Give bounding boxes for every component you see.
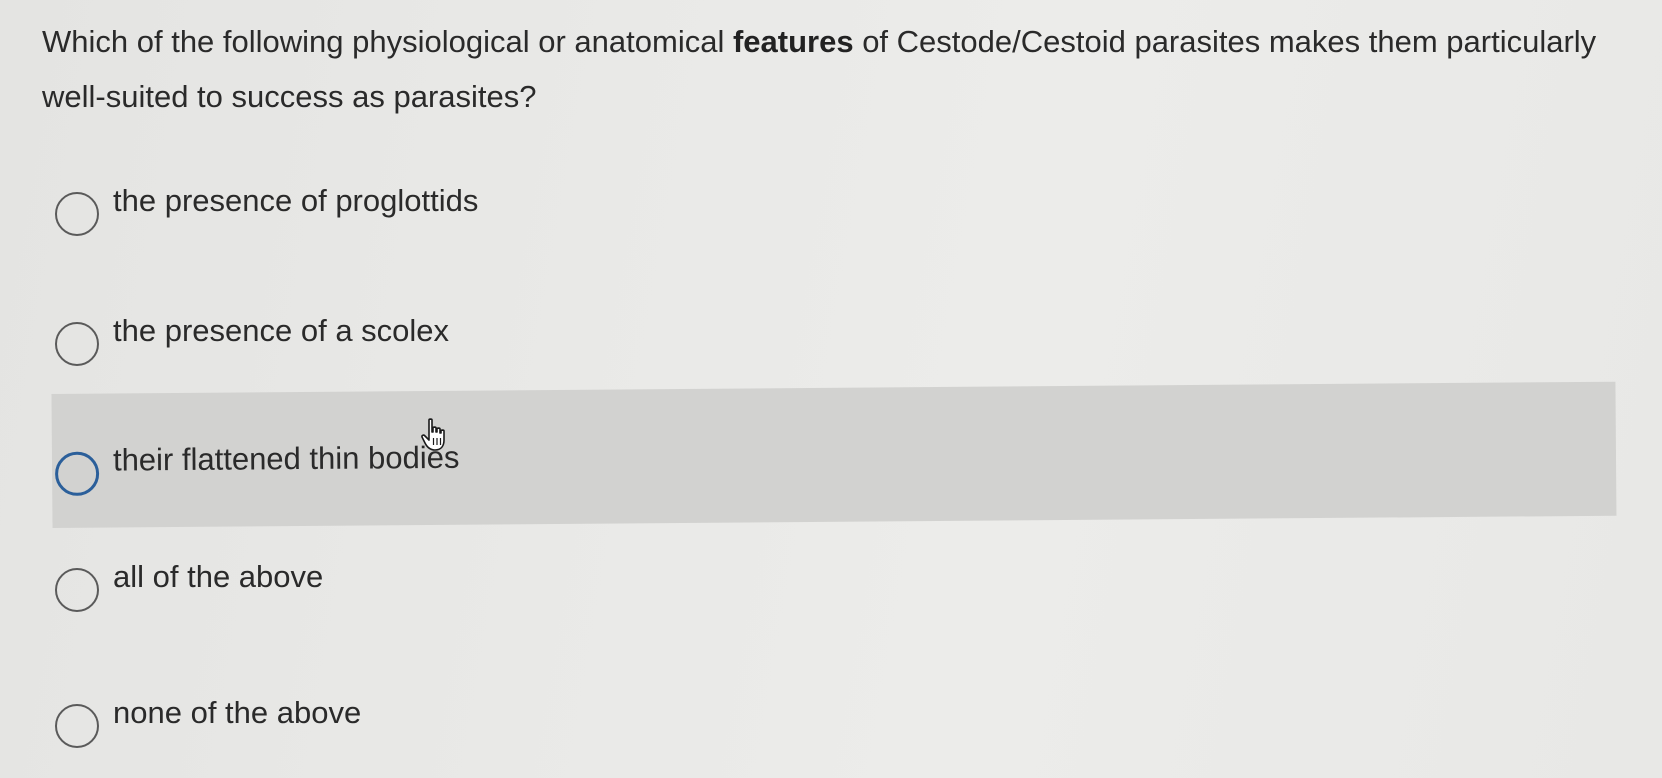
- answer-option-label: their flattened thin bodies: [112, 439, 460, 478]
- radio-button[interactable]: [55, 704, 99, 748]
- question-text: Which of the following physiological or …: [42, 14, 1602, 124]
- radio-button[interactable]: [55, 192, 99, 236]
- answer-option-flattened-bodies[interactable]: their flattened thin bodies: [51, 381, 1617, 528]
- answer-option-label: all of the above: [113, 559, 324, 594]
- answer-option-label: none of the above: [113, 695, 362, 730]
- answer-option-all-above[interactable]: all of the above: [52, 522, 1612, 632]
- answer-option-proglottids[interactable]: the presence of proglottids: [52, 146, 1612, 256]
- question-text-start: Which of the following physiological or …: [42, 24, 733, 59]
- radio-button[interactable]: [54, 451, 100, 496]
- answer-option-label: the presence of a scolex: [113, 313, 450, 348]
- answer-option-none-above[interactable]: none of the above: [52, 658, 1612, 768]
- hand-pointer-icon: [421, 418, 445, 451]
- question-text-bold: features: [732, 24, 854, 59]
- radio-button[interactable]: [55, 322, 99, 366]
- radio-button[interactable]: [55, 568, 99, 612]
- quiz-page: Which of the following physiological or …: [0, 0, 1662, 778]
- answer-option-scolex[interactable]: the presence of a scolex: [52, 276, 1612, 386]
- answer-option-label: the presence of proglottids: [113, 183, 479, 218]
